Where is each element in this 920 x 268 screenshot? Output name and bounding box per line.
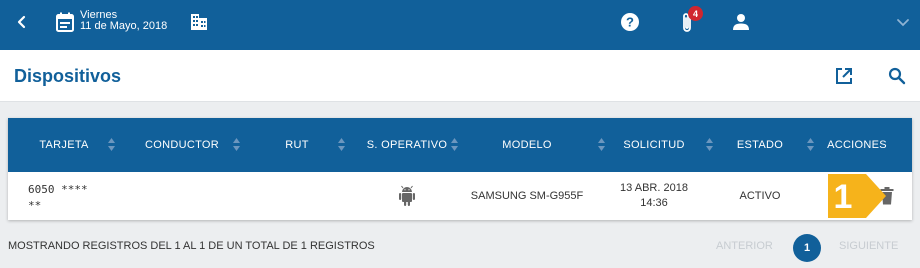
top-bar: Viernes 11 de Mayo, 2018 ? 4 — [0, 0, 920, 50]
solicitud-date: 13 ABR. 2018 — [620, 182, 688, 194]
previous-page-button[interactable]: ANTERIOR — [716, 240, 773, 252]
cell-modelo: SAMSUNG SM-G955F — [470, 190, 584, 202]
user-menu-button[interactable] — [729, 10, 753, 34]
open-external-button[interactable] — [832, 64, 856, 88]
help-circle-icon: ? — [621, 13, 639, 31]
cell-os — [350, 172, 464, 220]
next-page-button[interactable]: SIGUIENTE — [839, 240, 898, 252]
table-header: TARJETA CONDUCTOR RUT S. OPERATIVO MODEL… — [8, 118, 912, 172]
title-bar: Dispositivos — [0, 50, 920, 102]
cell-conductor — [120, 172, 244, 220]
column-solicitud[interactable]: SOLICITUD — [590, 118, 718, 172]
date-display[interactable]: Viernes 11 de Mayo, 2018 — [80, 10, 167, 32]
sort-icon[interactable] — [338, 138, 345, 151]
cell-solicitud: 13 ABR. 2018 14:36 — [590, 172, 718, 220]
sort-icon[interactable] — [451, 138, 458, 151]
sort-icon[interactable] — [233, 138, 240, 151]
sort-icon[interactable] — [598, 138, 605, 151]
calendar-icon[interactable] — [54, 10, 76, 34]
column-conductor[interactable]: CONDUCTOR — [120, 118, 244, 172]
chevron-left-icon — [17, 15, 26, 29]
notification-badge[interactable]: 4 — [688, 6, 703, 21]
page-title: Dispositivos — [14, 66, 122, 86]
cell-tarjeta: 6050 **** ** — [28, 182, 88, 214]
cell-rut — [244, 172, 350, 220]
current-page-button[interactable]: 1 — [793, 234, 821, 262]
android-icon — [399, 185, 415, 206]
column-rut[interactable]: RUT — [244, 118, 350, 172]
sort-icon[interactable] — [108, 138, 115, 151]
column-tarjeta[interactable]: TARJETA — [8, 118, 120, 172]
column-acciones: ACCIONES — [827, 139, 887, 151]
column-estado[interactable]: ESTADO — [718, 118, 802, 172]
tarjeta-line: ** — [28, 199, 42, 212]
callout-number: 1 — [834, 178, 853, 216]
sort-icon[interactable] — [706, 138, 713, 151]
search-icon — [888, 67, 906, 85]
sort-icon[interactable] — [807, 138, 814, 151]
back-button[interactable] — [10, 10, 34, 34]
open-in-new-icon — [836, 68, 852, 84]
tarjeta-line: 6050 **** — [28, 183, 88, 196]
step-callout-marker: 1 — [828, 174, 886, 218]
search-button[interactable] — [885, 64, 909, 88]
column-modelo[interactable]: MODELO — [464, 118, 590, 172]
solicitud-time: 14:36 — [640, 197, 668, 209]
date-full: 11 de Mayo, 2018 — [80, 20, 168, 32]
cell-estado: ACTIVO — [739, 190, 781, 202]
building-icon[interactable] — [188, 11, 210, 33]
help-button[interactable]: ? — [618, 10, 642, 34]
svg-text:?: ? — [626, 15, 634, 30]
dropdown-button[interactable] — [892, 12, 914, 34]
column-s-operativo[interactable]: S. OPERATIVO — [350, 118, 464, 172]
person-icon — [733, 14, 749, 30]
chevron-down-icon — [897, 19, 909, 27]
devices-table: TARJETA CONDUCTOR RUT S. OPERATIVO MODEL… — [8, 118, 912, 220]
records-summary: MOSTRANDO REGISTROS DEL 1 AL 1 DE UN TOT… — [8, 240, 375, 252]
